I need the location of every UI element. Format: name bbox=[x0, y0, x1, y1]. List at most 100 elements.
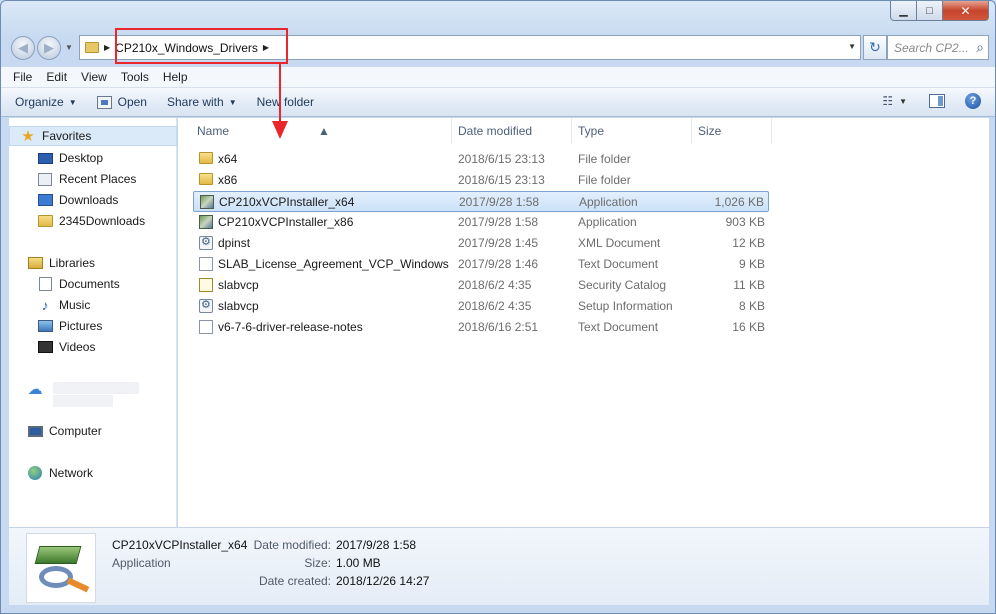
documents-icon bbox=[37, 277, 53, 291]
breadcrumb-separator-icon[interactable]: ▶ bbox=[104, 43, 110, 52]
column-header-date[interactable]: Date modified bbox=[458, 124, 532, 138]
videos-icon bbox=[37, 340, 53, 354]
organize-button[interactable]: Organize ▼ bbox=[15, 95, 77, 109]
installer-icon bbox=[200, 195, 214, 209]
menu-file[interactable]: File bbox=[13, 70, 32, 84]
sidebar-item-cloud[interactable]: ☁ bbox=[27, 379, 49, 399]
sidebar-item-favorites[interactable]: ★ Favorites bbox=[9, 126, 177, 146]
column-header-size[interactable]: Size bbox=[698, 124, 721, 138]
sidebar-item-label: Computer bbox=[49, 424, 102, 438]
file-type: File folder bbox=[578, 152, 631, 166]
file-date: 2017/9/28 1:45 bbox=[458, 236, 539, 250]
sidebar-item-network[interactable]: Network bbox=[27, 463, 93, 483]
new-folder-button[interactable]: New folder bbox=[257, 95, 314, 109]
sidebar-item-computer[interactable]: Computer bbox=[27, 421, 102, 441]
sidebar-item-label: Favorites bbox=[42, 129, 92, 143]
sidebar-item-recent-places[interactable]: Recent Places bbox=[37, 169, 136, 189]
menu-tools[interactable]: Tools bbox=[121, 70, 149, 84]
address-history-dropdown-icon[interactable]: ▼ bbox=[848, 42, 856, 51]
file-size: 903 KB bbox=[725, 215, 765, 229]
sidebar-item-pictures[interactable]: Pictures bbox=[37, 316, 102, 336]
sidebar-item-videos[interactable]: Videos bbox=[37, 337, 95, 357]
sidebar-item-music[interactable]: ♪ Music bbox=[37, 295, 91, 315]
sidebar-item-label: Videos bbox=[59, 340, 96, 354]
file-type: XML Document bbox=[578, 236, 661, 250]
sidebar-item-libraries[interactable]: Libraries bbox=[27, 253, 95, 273]
redacted-label bbox=[53, 395, 113, 407]
column-header-type[interactable]: Type bbox=[578, 124, 604, 138]
refresh-button[interactable]: ↻ bbox=[863, 35, 887, 60]
chevron-down-icon: ▼ bbox=[68, 97, 77, 107]
explorer-window: ▁ □ ✕ ◀ ▶ ▼ ▶ CP210x_Windows_Drivers ▶ ▼… bbox=[0, 0, 996, 614]
file-size: 9 KB bbox=[738, 257, 765, 271]
file-row-selected[interactable]: CP210xVCPInstaller_x64 2017/9/28 1:58 Ap… bbox=[193, 191, 769, 212]
file-row[interactable]: SLAB_License_Agreement_VCP_Windows 2017/… bbox=[193, 254, 769, 275]
sidebar-item-label: Recent Places bbox=[59, 172, 137, 186]
chevron-down-icon[interactable]: ▼ bbox=[899, 97, 907, 106]
music-icon: ♪ bbox=[41, 297, 49, 313]
file-type: Application bbox=[579, 195, 638, 209]
maximize-button[interactable]: □ bbox=[917, 1, 943, 21]
details-file-name: CP210xVCPInstaller_x64 bbox=[112, 538, 248, 552]
details-size-label: Size: bbox=[304, 556, 331, 570]
details-pane: CP210xVCPInstaller_x64 Application Date … bbox=[9, 527, 989, 607]
details-date-created-label: Date created: bbox=[258, 574, 331, 588]
preview-pane-icon[interactable] bbox=[929, 94, 945, 108]
file-name: x86 bbox=[218, 173, 238, 187]
views-icon[interactable]: ☷ bbox=[882, 94, 893, 108]
sidebar-item-desktop[interactable]: Desktop bbox=[37, 148, 103, 168]
search-input[interactable]: Search CP2... ⌕ bbox=[887, 35, 989, 60]
forward-button[interactable]: ▶ bbox=[37, 36, 61, 60]
menu-view[interactable]: View bbox=[81, 70, 107, 84]
file-name: dpinst bbox=[218, 236, 251, 250]
recent-pages-dropdown-icon[interactable]: ▼ bbox=[65, 43, 73, 52]
open-button[interactable]: Open bbox=[96, 95, 147, 109]
desktop-icon bbox=[37, 151, 53, 165]
minimize-button[interactable]: ▁ bbox=[890, 1, 917, 21]
details-size: 1.00 MB bbox=[336, 556, 381, 570]
file-row[interactable]: CP210xVCPInstaller_x86 2017/9/28 1:58 Ap… bbox=[193, 212, 769, 233]
annotation-highlight-box bbox=[115, 28, 288, 64]
sidebar-item-label: Pictures bbox=[59, 319, 103, 333]
column-header-name[interactable]: Name bbox=[197, 124, 229, 138]
sidebar-item-documents[interactable]: Documents bbox=[37, 274, 120, 294]
file-row[interactable]: v6-7-6-driver-release-notes 2018/6/16 2:… bbox=[193, 317, 769, 338]
window-bottom-border bbox=[1, 605, 995, 613]
file-row[interactable]: dpinst 2017/9/28 1:45 XML Document 12 KB bbox=[193, 233, 769, 254]
search-icon[interactable]: ⌕ bbox=[976, 39, 984, 56]
file-row[interactable]: slabvcp 2018/6/2 4:35 Setup Information … bbox=[193, 296, 769, 317]
sidebar-item-downloads[interactable]: Downloads bbox=[37, 190, 118, 210]
menu-edit[interactable]: Edit bbox=[46, 70, 67, 84]
file-date: 2018/6/2 4:35 bbox=[458, 299, 532, 313]
sidebar-item-label: Documents bbox=[59, 277, 120, 291]
file-row[interactable]: slabvcp 2018/6/2 4:35 Security Catalog 1… bbox=[193, 275, 769, 296]
file-type: Setup Information bbox=[578, 299, 673, 313]
share-with-label: Share with bbox=[166, 95, 224, 109]
sidebar-item-label: Music bbox=[59, 298, 91, 312]
details-date-modified-label: Date modified: bbox=[253, 538, 331, 552]
caption-buttons: ▁ □ ✕ bbox=[890, 1, 989, 21]
file-size: 16 KB bbox=[732, 320, 765, 334]
text-file-icon bbox=[199, 257, 213, 271]
file-name: CP210xVCPInstaller_x64 bbox=[219, 195, 355, 209]
file-name: SLAB_License_Agreement_VCP_Windows bbox=[218, 257, 449, 271]
sidebar-item-2345downloads[interactable]: 2345Downloads bbox=[37, 211, 145, 231]
file-row[interactable]: x64 2018/6/15 23:13 File folder bbox=[193, 149, 769, 170]
help-icon[interactable]: ? bbox=[965, 93, 981, 109]
sort-ascending-icon: ▲ bbox=[318, 124, 330, 138]
chevron-down-icon: ▼ bbox=[228, 97, 237, 107]
back-button[interactable]: ◀ bbox=[11, 36, 35, 60]
file-type: Text Document bbox=[578, 320, 659, 334]
redacted-label bbox=[53, 382, 139, 394]
toolbar-right-group: ☷ ▼ ? bbox=[882, 93, 981, 109]
security-catalog-icon bbox=[199, 278, 213, 292]
file-size: 12 KB bbox=[732, 236, 765, 250]
close-button[interactable]: ✕ bbox=[943, 1, 989, 21]
share-with-button[interactable]: Share with ▼ bbox=[167, 95, 237, 109]
file-name: slabvcp bbox=[218, 278, 259, 292]
menu-help[interactable]: Help bbox=[163, 70, 188, 84]
menu-bar: File Edit View Tools Help bbox=[1, 67, 995, 88]
file-row[interactable]: x86 2018/6/15 23:13 File folder bbox=[193, 170, 769, 191]
file-size: 8 KB bbox=[738, 299, 765, 313]
text-file-icon bbox=[199, 320, 213, 334]
